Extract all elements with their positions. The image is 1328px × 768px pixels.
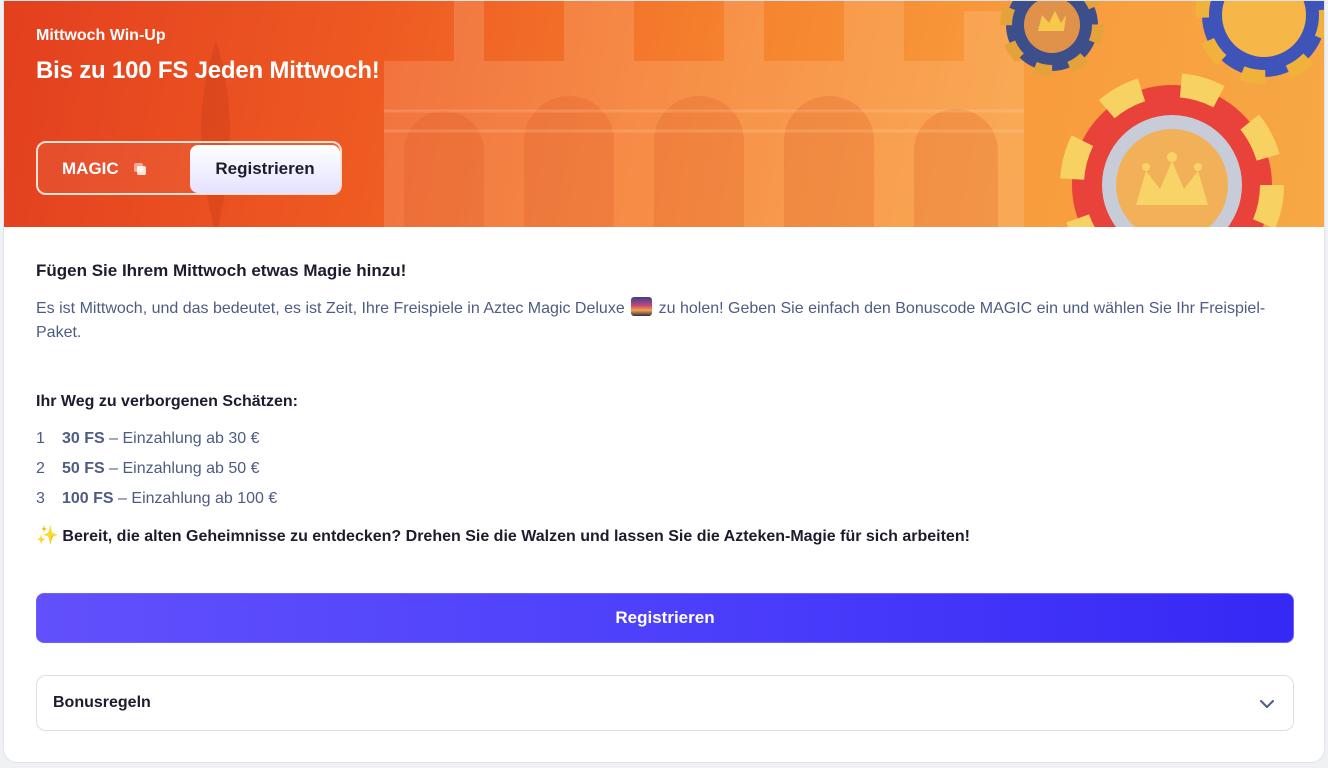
bonus-rules-label: Bonusregeln (53, 694, 151, 711)
promo-heading: Fügen Sie Ihrem Mittwoch etwas Magie hin… (36, 261, 407, 280)
description-text-start: Es ist Mittwoch, und das bedeutet, es is… (36, 300, 625, 317)
tier-value: 50 FS – Einzahlung ab 50 € (62, 457, 259, 481)
tier-number: 2 (36, 460, 45, 477)
promo-tag: Mittwoch Win-Up (36, 27, 166, 44)
promo-code-label: MAGIC (62, 159, 119, 178)
tiers-heading: Ihr Weg zu verborgenen Schätzen: (36, 393, 298, 410)
cta-line: ✨ Bereit, die alten Geheimnisse zu entdec… (36, 525, 970, 546)
chevron-down-icon[interactable] (1257, 694, 1277, 714)
tier-fs: 100 FS (62, 490, 114, 507)
promo-code-box: MAGIC Registrieren (36, 141, 342, 195)
promo-title: Bis zu 100 FS Jeden Mittwoch! (36, 57, 380, 84)
banner-register-button[interactable]: Registrieren (190, 145, 340, 193)
promo-description: Es ist Mittwoch, und das bedeutet, es is… (36, 297, 1294, 345)
tier-number: 1 (36, 430, 45, 447)
promo-banner: Mittwoch Win-Up Bis zu 100 FS Jeden Mitt… (4, 1, 1324, 227)
bonus-rules-accordion[interactable]: Bonusregeln (36, 675, 1294, 731)
tier-deposit: – Einzahlung ab 30 € (109, 430, 260, 447)
tier-fs: 30 FS (62, 430, 105, 447)
tier-value: 100 FS – Einzahlung ab 100 € (62, 487, 277, 511)
cta-text: Bereit, die alten Geheimnisse zu entdeck… (62, 528, 970, 545)
tier-item: 1 30 FS – Einzahlung ab 30 € (36, 427, 436, 451)
sunset-emoji-icon (631, 297, 653, 316)
copy-icon[interactable] (132, 161, 148, 177)
tier-item: 2 50 FS – Einzahlung ab 50 € (36, 457, 436, 481)
register-button[interactable]: Registrieren (36, 593, 1294, 643)
tier-deposit: – Einzahlung ab 50 € (109, 460, 260, 477)
tier-fs: 50 FS (62, 460, 105, 477)
tier-item: 3 100 FS – Einzahlung ab 100 € (36, 487, 436, 511)
tier-deposit: – Einzahlung ab 100 € (118, 490, 278, 507)
sparkles-icon: ✨ (36, 525, 59, 545)
tier-number: 3 (36, 490, 45, 507)
promo-card: Mittwoch Win-Up Bis zu 100 FS Jeden Mitt… (3, 0, 1325, 763)
tier-value: 30 FS – Einzahlung ab 30 € (62, 427, 259, 451)
